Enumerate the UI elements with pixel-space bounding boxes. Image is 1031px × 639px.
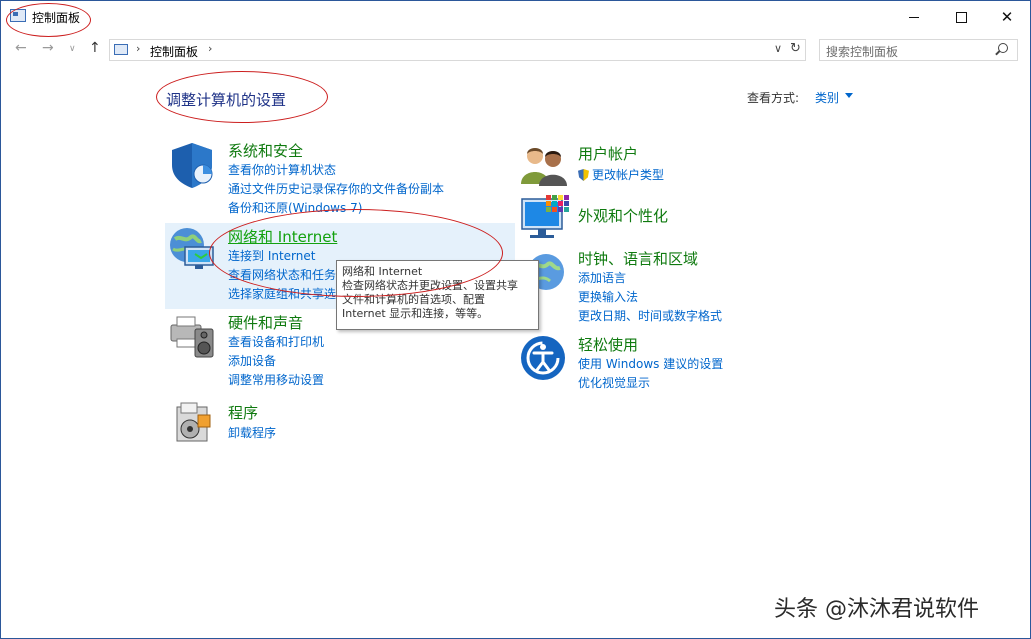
navigation-bar: ← → ∨ ↑ › 控制面板 › ∨ ↻ 搜索控制面板 (1, 35, 1030, 63)
address-bar[interactable]: › 控制面板 › ∨ ↻ (109, 39, 806, 61)
page-heading: 调整计算机的设置 (166, 91, 287, 109)
search-icon[interactable] (998, 43, 1008, 53)
category-link[interactable]: 添加设备 (228, 352, 276, 369)
category-title[interactable]: 系统和安全 (228, 140, 303, 161)
category-link[interactable]: 查看设备和打印机 (228, 333, 324, 350)
refresh-button[interactable]: ↻ (790, 41, 801, 56)
maximize-icon (955, 11, 967, 23)
printer-speaker-icon[interactable] (167, 311, 217, 361)
category-link[interactable]: 通过文件历史记录保存你的文件备份副本 (228, 180, 444, 197)
breadcrumb-separator[interactable]: › (136, 42, 140, 55)
chevron-down-icon[interactable] (845, 93, 853, 98)
category-link[interactable]: 使用 Windows 建议的设置 (578, 355, 723, 372)
view-by-label: 查看方式: (747, 91, 800, 105)
category-link-label[interactable]: 更改帐户类型 (592, 168, 664, 182)
category-link[interactable]: 更换输入法 (578, 288, 638, 305)
category-link[interactable]: 备份和还原(Windows 7) (228, 199, 362, 216)
category-title[interactable]: 程序 (228, 402, 258, 423)
close-button[interactable]: ✕ (984, 1, 1030, 33)
breadcrumb-control-panel[interactable]: 控制面板 (150, 43, 198, 60)
category-link[interactable]: 连接到 Internet (228, 247, 315, 264)
uac-shield-icon (578, 169, 589, 181)
category-title[interactable]: 时钟、语言和区域 (578, 248, 698, 269)
category-link[interactable]: 卸载程序 (228, 424, 276, 441)
network-globe-icon[interactable] (167, 225, 217, 275)
title-bar: 控制面板 ✕ (1, 1, 1030, 33)
search-input[interactable]: 搜索控制面板 (826, 43, 898, 60)
category-link[interactable]: 查看网络状态和任务 (228, 266, 336, 283)
control-panel-icon (10, 9, 26, 22)
category-link[interactable]: 更改日期、时间或数字格式 (578, 307, 722, 324)
category-link[interactable]: 优化视觉显示 (578, 374, 650, 391)
back-button[interactable]: ← (15, 40, 27, 56)
close-icon: ✕ (1000, 8, 1014, 26)
category-title[interactable]: 外观和个性化 (578, 205, 668, 226)
minimize-icon (909, 16, 919, 18)
category-link[interactable]: 更改帐户类型 (578, 166, 664, 183)
category-link[interactable]: 查看你的计算机状态 (228, 161, 336, 178)
maximize-button[interactable] (938, 1, 984, 33)
up-button[interactable]: ↑ (89, 40, 101, 56)
category-title[interactable]: 用户帐户 (578, 143, 638, 164)
user-accounts-icon[interactable] (520, 142, 568, 186)
address-dropdown-button[interactable]: ∨ (774, 42, 782, 55)
shield-icon[interactable] (168, 141, 216, 189)
category-title[interactable]: 网络和 Internet (228, 226, 337, 247)
breadcrumb-separator[interactable]: › (208, 42, 212, 55)
ease-of-access-icon[interactable] (520, 335, 568, 383)
tooltip-line: Internet 显示和连接，等等。 (342, 307, 489, 320)
search-box[interactable]: 搜索控制面板 (819, 39, 1018, 61)
category-link[interactable]: 选择家庭组和共享选 (228, 285, 336, 302)
window-title: 控制面板 (32, 11, 81, 25)
watermark: 头条 @沐沐君说软件 (774, 597, 979, 622)
category-title[interactable]: 轻松使用 (578, 334, 638, 355)
minimize-button[interactable] (891, 1, 937, 33)
category-link[interactable]: 添加语言 (578, 269, 626, 286)
category-link[interactable]: 调整常用移动设置 (228, 371, 324, 388)
control-panel-window: 控制面板 ✕ ← → ∨ ↑ › 控制面板 › ∨ ↻ 搜索控制面板 调整计算机… (0, 0, 1031, 639)
recent-locations-button[interactable]: ∨ (69, 44, 76, 54)
control-panel-icon (114, 44, 128, 55)
programs-icon[interactable] (173, 401, 217, 445)
tooltip: 网络和 Internet 检查网络状态并更改设置、设置共享 文件和计算机的首选项… (336, 260, 539, 330)
appearance-personalization-icon[interactable] (520, 195, 570, 243)
forward-button[interactable]: → (42, 40, 54, 56)
view-by-dropdown[interactable]: 类别 (815, 89, 839, 106)
category-title[interactable]: 硬件和声音 (228, 312, 303, 333)
